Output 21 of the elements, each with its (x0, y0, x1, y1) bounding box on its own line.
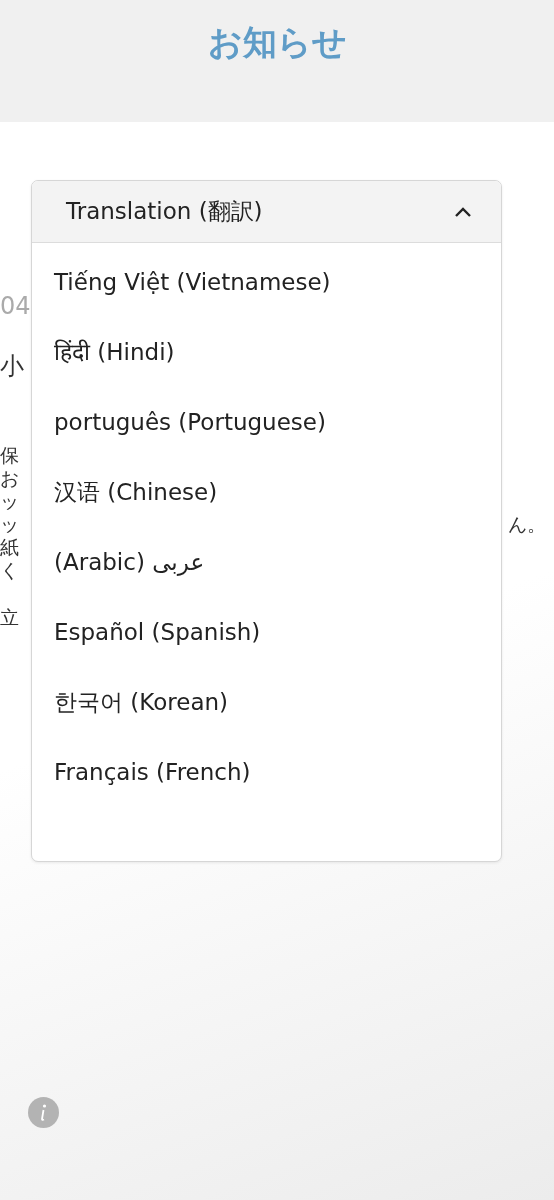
note-text: 立 (0, 605, 19, 630)
body-text: お (0, 467, 19, 490)
language-option[interactable]: Tiếng Việt (Vietnamese) (54, 267, 331, 297)
language-option[interactable]: 汉语 (Chinese) (54, 477, 218, 507)
language-option[interactable]: (Arabic) عربى (54, 547, 205, 577)
body-text: ッ (0, 490, 19, 513)
language-option[interactable]: Español (Spanish) (54, 617, 261, 647)
language-option[interactable]: हिंदी (Hindi) (54, 337, 175, 367)
body-text: く (0, 559, 19, 582)
page-title: お知らせ (207, 21, 347, 64)
date-text: 04 (0, 292, 31, 322)
language-option[interactable]: português (Portuguese) (54, 407, 326, 437)
body-text: 保 (0, 444, 19, 467)
language-option[interactable]: 한국어 (Korean) (54, 687, 229, 717)
body-text: ッ (0, 513, 19, 536)
translation-button[interactable]: Translation (翻訳) (32, 181, 501, 243)
language-option[interactable]: Français (French) (54, 757, 251, 787)
info-icon[interactable] (28, 1097, 59, 1128)
body-text: 紙 (0, 536, 19, 559)
article-heading: 小 (0, 351, 24, 382)
body-text: ん。 (508, 513, 546, 536)
